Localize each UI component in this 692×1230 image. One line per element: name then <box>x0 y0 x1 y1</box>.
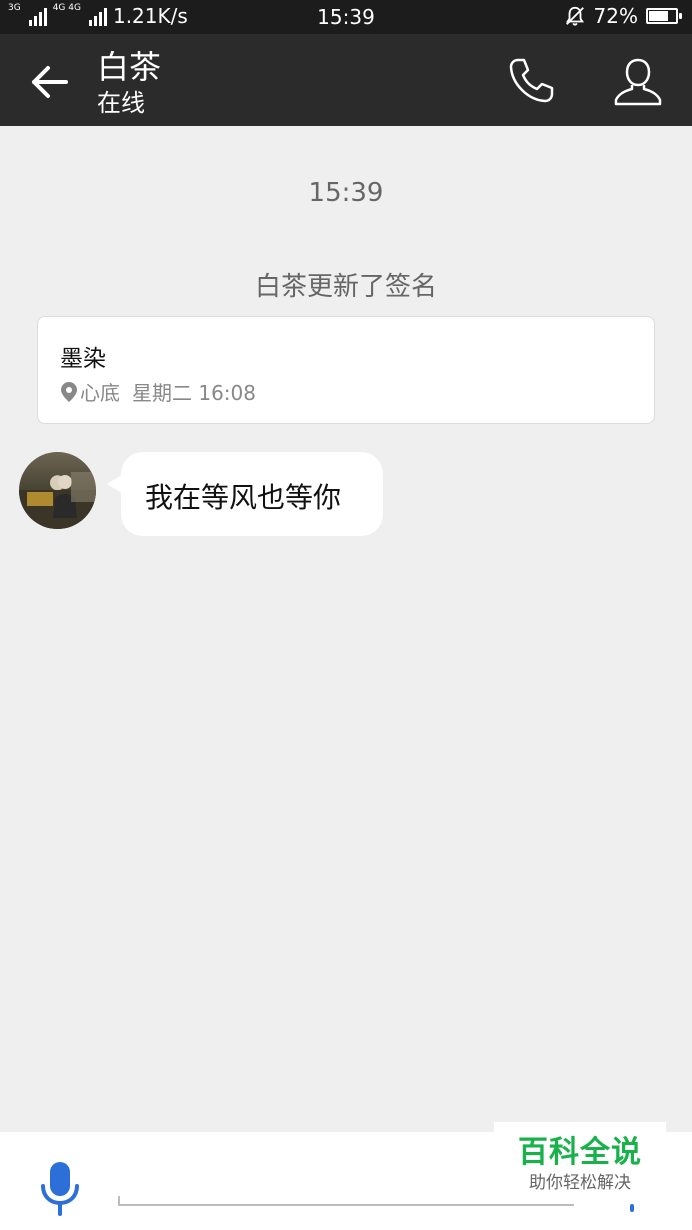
watermark-title: 百科全说 <box>518 1135 642 1170</box>
microphone-icon[interactable] <box>38 1160 82 1216</box>
signature-text: 墨染 <box>60 346 106 372</box>
battery-icon <box>646 8 682 24</box>
system-note: 白茶更新了签名 <box>254 272 437 302</box>
location-pin-icon <box>61 381 77 402</box>
back-arrow-icon[interactable] <box>28 60 72 104</box>
bell-muted-icon <box>565 6 584 26</box>
watermark-subtitle: 助你轻松解决 <box>529 1173 631 1193</box>
user-profile-icon[interactable] <box>610 54 666 110</box>
phone-icon[interactable] <box>504 54 558 108</box>
chat-header: 白茶 在线 <box>0 34 692 126</box>
input-accent <box>630 1204 634 1212</box>
contact-name[interactable]: 白茶 <box>97 48 161 86</box>
battery-fill <box>649 11 668 21</box>
message-text: 我在等风也等你 <box>145 481 342 514</box>
status-bar: 3G 4G 4G 1.21K/s 15:39 72% <box>0 0 692 34</box>
signature-meta: 心底 星期二 16:08 <box>60 377 256 406</box>
message-input[interactable] <box>118 1196 574 1206</box>
contact-avatar[interactable] <box>19 452 96 529</box>
signature-card[interactable]: 墨染 心底 星期二 16:08 <box>37 316 655 424</box>
message-bubble[interactable]: 我在等风也等你 <box>107 452 383 536</box>
contact-status: 在线 <box>97 89 145 117</box>
battery-percent: 72% <box>593 4 638 28</box>
signature-location: 心底 <box>80 381 120 405</box>
status-right: 72% <box>564 4 682 28</box>
avatar-photo <box>19 472 96 529</box>
signature-date: 星期二 16:08 <box>132 381 256 405</box>
time-divider: 15:39 <box>308 178 384 208</box>
watermark: 百科全说 助你轻松解决 <box>494 1122 666 1202</box>
